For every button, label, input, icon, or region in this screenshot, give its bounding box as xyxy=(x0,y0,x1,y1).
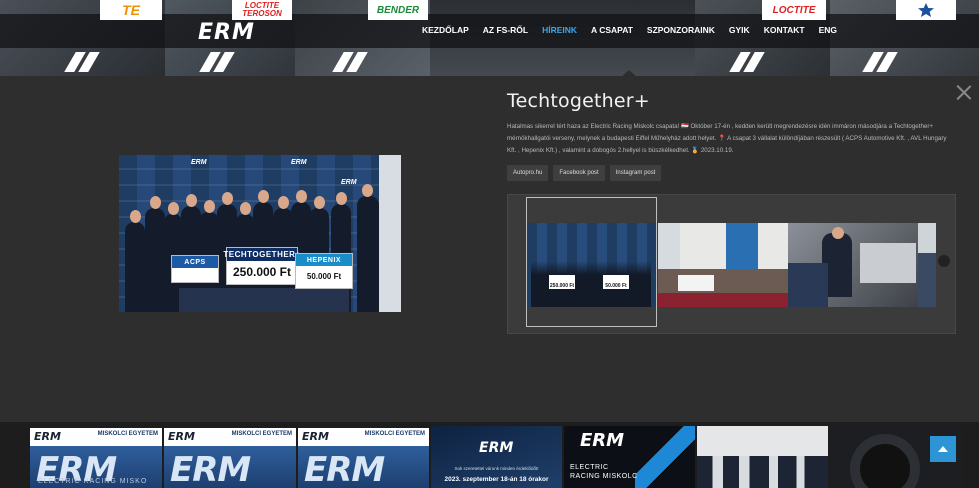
nav-english[interactable]: ENG xyxy=(812,25,844,35)
team-member xyxy=(145,196,165,312)
gallery-thumb-2[interactable] xyxy=(658,223,788,307)
main-nav: KEZDŐLAP AZ FS-RŐL HÍREINK A CSAPAT SZPO… xyxy=(415,25,844,35)
pin-icon: 📍 xyxy=(717,135,726,142)
backdrop-logo: ERM xyxy=(191,159,207,166)
post-title: Techtogether+ xyxy=(507,90,650,112)
nav-about-fs[interactable]: AZ FS-RŐL xyxy=(476,25,535,35)
footer-tile[interactable]: ERM MISKOLCI EGYETEM ERM ELECTRIC RACING … xyxy=(30,426,162,488)
scroll-to-top-button[interactable] xyxy=(930,436,956,462)
sponsor-logo-te: TE xyxy=(100,0,162,20)
backdrop-logo: ERM xyxy=(341,179,357,186)
sponsor-logo-bender: BENDER xyxy=(368,0,428,20)
nav-faq[interactable]: GYIK xyxy=(722,25,757,35)
photo-gallery: 250.000 Ft 50.000 Ft xyxy=(507,194,956,334)
news-lightbox: ERM ERM ERM ACPS TECHTOGETHER+ 250.000 F… xyxy=(0,76,979,422)
footer-tile-racing[interactable]: ERM ELECTRIC RACING MISKOLC xyxy=(564,426,695,488)
award-check: ACPS xyxy=(171,255,219,283)
footer-tile-invite[interactable]: ERM Sok szeretettel várunk minden érdekl… xyxy=(431,426,562,488)
backdrop-logo: ERM xyxy=(291,159,307,166)
medal-icon: 🏅 xyxy=(691,147,700,154)
gallery-selected-frame xyxy=(526,197,657,327)
sponsor-logo-loctite: LOCTITE xyxy=(762,0,826,20)
nav-home[interactable]: KEZDŐLAP xyxy=(415,25,476,35)
nav-team[interactable]: A CSAPAT xyxy=(584,25,640,35)
link-autopro[interactable]: Autopro.hu xyxy=(507,165,549,181)
sponsor-logo-loctite-teroson: LOCTITE TEROSON xyxy=(232,0,292,20)
post-description: Hatalmas sikerrel tért haza az Electric … xyxy=(507,123,947,154)
award-check-main: TECHTOGETHER+ 250.000 Ft xyxy=(223,247,300,285)
gallery-thumb-4[interactable] xyxy=(918,223,936,307)
main-photo: ERM ERM ERM ACPS TECHTOGETHER+ 250.000 F… xyxy=(119,155,401,312)
site-header: ERM KEZDŐLAP AZ FS-RŐL HÍREINK A CSAPAT … xyxy=(0,0,979,76)
footer-tile[interactable]: ERM MISKOLCI EGYETEM ERM xyxy=(298,426,429,488)
footer-tile[interactable]: ERM MISKOLCI EGYETEM ERM xyxy=(164,426,296,488)
close-icon[interactable] xyxy=(956,84,972,100)
link-facebook-post[interactable]: Facebook post xyxy=(553,165,605,181)
team-member xyxy=(357,184,379,312)
nav-news[interactable]: HÍREINK xyxy=(535,25,584,35)
post-content: Techtogether+ Hatalmas sikerrel tért haz… xyxy=(507,90,957,157)
gallery-next-button[interactable] xyxy=(938,255,950,267)
footer-tile-photo[interactable] xyxy=(697,426,828,488)
team-member xyxy=(125,210,145,312)
footer-gallery-strip: ERM MISKOLCI EGYETEM ERM ELECTRIC RACING … xyxy=(0,422,979,488)
sponsor-logo-star xyxy=(896,0,956,20)
post-links: Autopro.hu Facebook post Instagram post xyxy=(507,165,662,181)
flag-icon: 🇭🇺 xyxy=(681,123,689,130)
award-check: HEPENIX 50.000 Ft xyxy=(295,253,353,289)
table xyxy=(179,288,349,312)
nav-sponsors[interactable]: SZPONZORAINK xyxy=(640,25,722,35)
gallery-thumb-3[interactable] xyxy=(788,223,918,307)
rollup-banner xyxy=(379,155,401,312)
logo-text: ERM xyxy=(198,20,255,45)
site-logo[interactable]: ERM xyxy=(198,20,255,45)
link-instagram-post[interactable]: Instagram post xyxy=(609,165,662,181)
nav-contact[interactable]: KONTAKT xyxy=(757,25,812,35)
